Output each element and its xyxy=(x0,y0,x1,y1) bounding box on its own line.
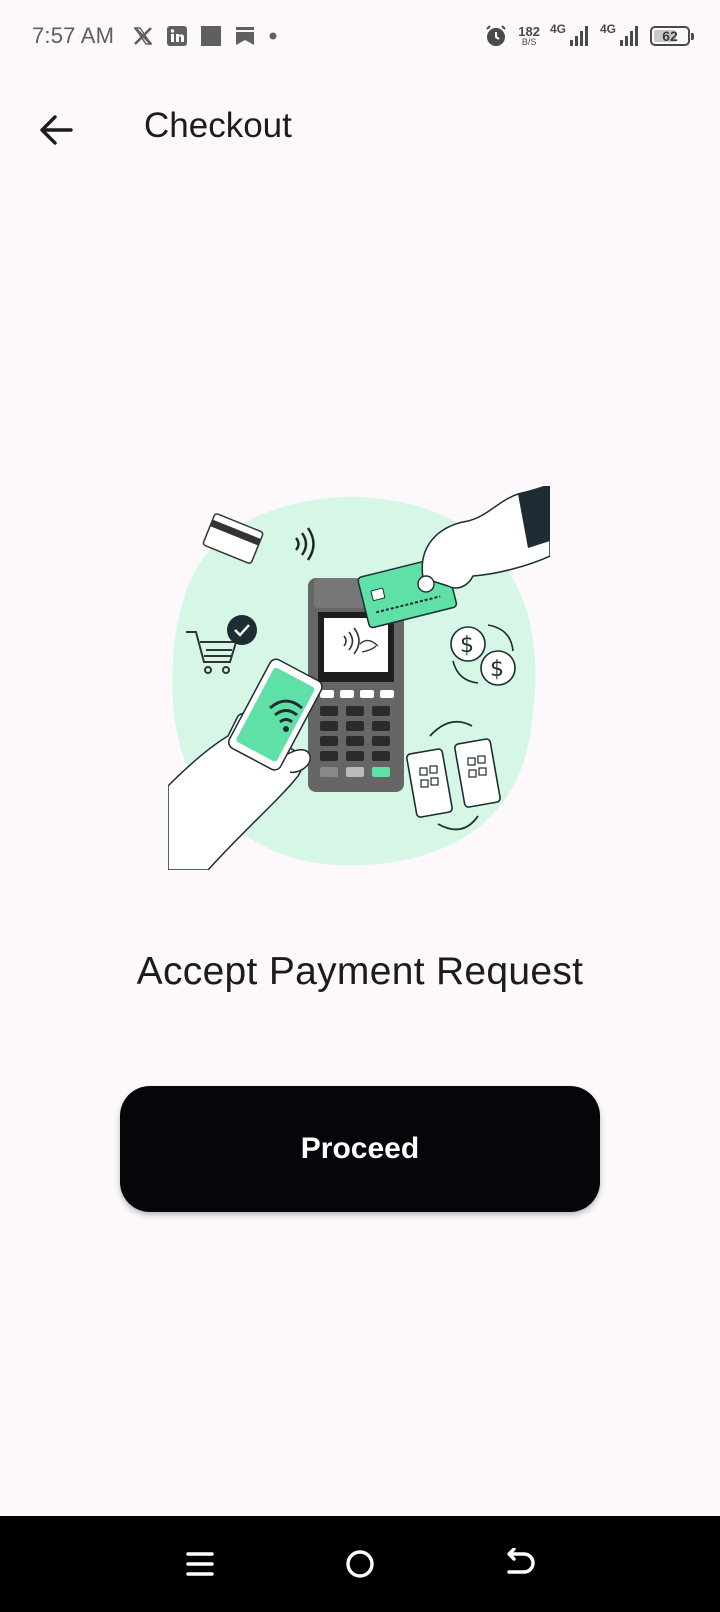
system-nav-bar xyxy=(0,1516,720,1612)
menu-icon xyxy=(186,1552,214,1576)
network-type-2: 4G xyxy=(599,22,616,36)
alarm-icon xyxy=(484,24,508,48)
square-icon xyxy=(200,25,222,47)
home-icon xyxy=(346,1550,374,1578)
status-bar-left: 7:57 AM xyxy=(32,23,278,49)
arrow-left-icon xyxy=(40,115,73,145)
contactless-payment-illustration: $ $ xyxy=(167,484,551,871)
svg-text:$: $ xyxy=(460,633,474,658)
clock: 7:57 AM xyxy=(32,23,115,48)
headline: Accept Payment Request xyxy=(136,950,584,993)
home-button[interactable] xyxy=(330,1534,390,1594)
svg-text:$: $ xyxy=(490,657,504,682)
status-bar-right: 182 B/S 4G 4G 62 xyxy=(484,22,694,48)
back-icon xyxy=(507,1548,535,1574)
signal-icon xyxy=(618,25,640,47)
signal-icon xyxy=(568,25,590,47)
network-speed-unit: B/S xyxy=(521,37,537,47)
system-back-button[interactable] xyxy=(490,1534,550,1594)
network-speed: 182 B/S xyxy=(518,25,540,47)
recent-apps-button[interactable] xyxy=(170,1534,230,1594)
back-button[interactable] xyxy=(34,108,78,152)
app-bar: Checkout xyxy=(0,88,720,168)
page-title: Checkout xyxy=(144,106,292,145)
x-icon xyxy=(132,25,154,47)
battery-level: 62 xyxy=(662,28,678,44)
dot-icon xyxy=(268,31,278,41)
bookmark-icon xyxy=(234,25,256,47)
battery-icon: 62 xyxy=(650,26,694,46)
status-bar: 7:57 AM 182 B/S 4G 4G 62 xyxy=(0,0,720,72)
proceed-button[interactable]: Proceed xyxy=(120,1086,600,1212)
network-type-1: 4G xyxy=(549,22,566,36)
linkedin-icon xyxy=(166,25,188,47)
